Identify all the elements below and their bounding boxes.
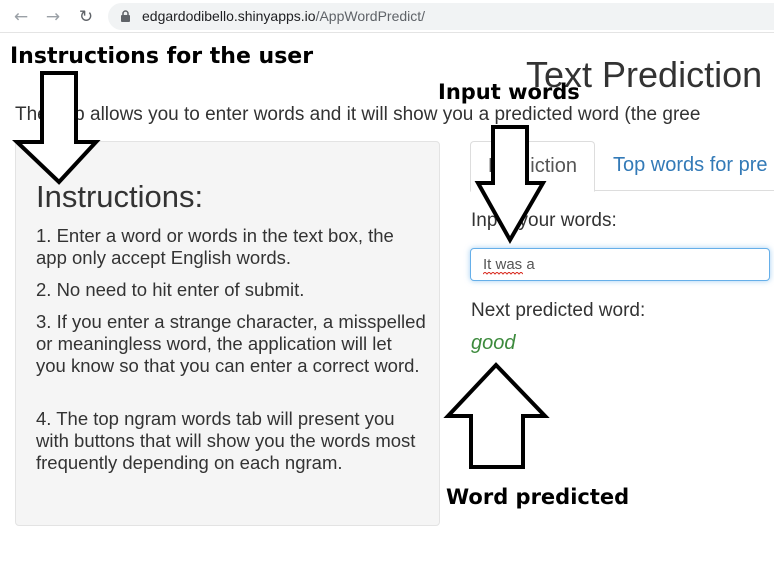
annotation-arrows (12, 71, 550, 469)
up-arrow-icon (443, 362, 550, 469)
down-arrow-icon (12, 71, 101, 185)
annotation-input: Input words (438, 80, 580, 104)
annotation-instructions: Instructions for the user (10, 44, 314, 69)
annotation-prediction: Word predicted (446, 485, 630, 509)
down-arrow-icon (474, 125, 547, 245)
